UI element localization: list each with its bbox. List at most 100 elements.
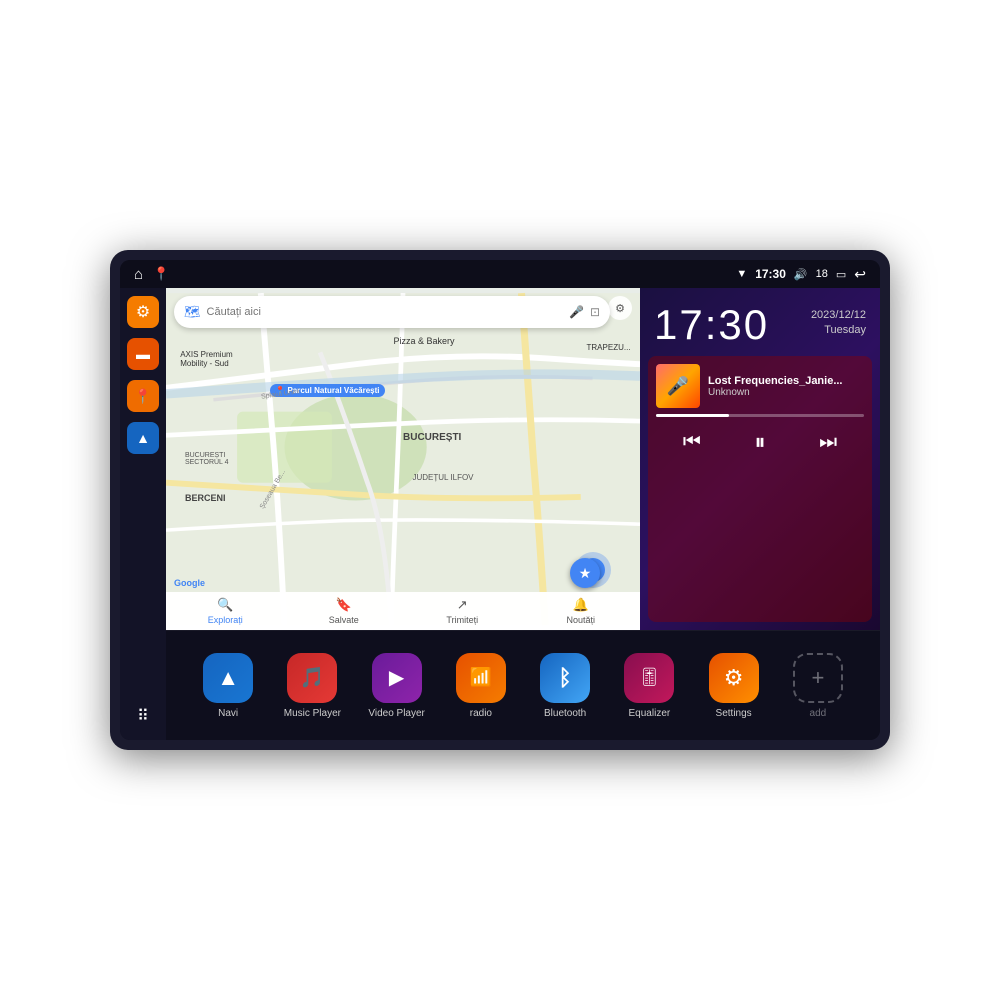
send-icon: ↗: [457, 597, 468, 613]
app-navi[interactable]: ▲ Navi: [197, 653, 259, 719]
clock-time: 17:30: [654, 304, 769, 346]
map-section: 🗺 🎤 ⊡ AXIS PremiumMobility - Sud Pizza &…: [166, 288, 640, 630]
app-video-player[interactable]: ▶ Video Player: [366, 653, 428, 719]
equalizer-label: Equalizer: [629, 708, 671, 719]
add-label: add: [810, 708, 827, 719]
map-container: 🗺 🎤 ⊡ AXIS PremiumMobility - Sud Pizza &…: [166, 288, 640, 630]
app-add[interactable]: + add: [787, 653, 849, 719]
next-button[interactable]: ⏭: [815, 427, 841, 458]
wifi-icon: ▼: [736, 268, 747, 280]
maps-icon[interactable]: 📍: [153, 266, 169, 282]
battery-icon: ▭: [836, 268, 846, 281]
status-bar: ⌂ 📍 ▼ 17:30 🔊 18 ▭ ↩: [120, 260, 880, 288]
pause-button[interactable]: ⏸: [750, 425, 769, 459]
video-player-label: Video Player: [368, 708, 425, 719]
bluetooth-icon: ᛒ: [540, 653, 590, 703]
place-pizza: Pizza & Bakery: [394, 336, 455, 346]
status-left: ⌂ 📍: [134, 266, 169, 283]
right-panel: 17:30 2023/12/12 Tuesday 🎤 Lost: [640, 288, 880, 630]
prev-button[interactable]: ⏮: [679, 427, 705, 458]
place-bucuresti: BUCUREȘTI: [403, 432, 461, 443]
map-nav-send[interactable]: ↗ Trimiteți: [403, 597, 522, 625]
settings-label: Settings: [716, 708, 752, 719]
status-right: ▼ 17:30 🔊 18 ▭ ↩: [736, 266, 866, 283]
home-icon[interactable]: ⌂: [134, 266, 143, 283]
place-axis: AXIS PremiumMobility - Sud: [180, 350, 232, 369]
music-text: Lost Frequencies_Janie... Unknown: [708, 375, 864, 398]
add-icon: +: [793, 653, 843, 703]
app-settings[interactable]: ⚙ Settings: [703, 653, 765, 719]
album-art: 🎤: [656, 364, 700, 408]
map-nav-saved[interactable]: 🔖 Salvate: [285, 597, 404, 625]
settings-icon: ⚙: [709, 653, 759, 703]
map-search-input[interactable]: [207, 306, 563, 318]
video-player-icon: ▶: [372, 653, 422, 703]
bluetooth-label: Bluetooth: [544, 708, 586, 719]
notifications-icon: 🔔: [573, 597, 589, 613]
volume-icon: 🔊: [794, 268, 808, 281]
sidebar: ⚙ ▬ 📍 ▲ ⠿: [120, 288, 166, 740]
equalizer-icon: 🎚: [624, 653, 674, 703]
sidebar-nav-btn[interactable]: ▲: [127, 422, 159, 454]
sidebar-settings-btn[interactable]: ⚙: [127, 296, 159, 328]
saved-label: Salvate: [329, 615, 359, 625]
app-equalizer[interactable]: 🎚 Equalizer: [618, 653, 680, 719]
radio-icon: 📶: [456, 653, 506, 703]
clock-section: 17:30 2023/12/12 Tuesday: [640, 288, 880, 356]
google-logo: Google: [174, 578, 205, 588]
music-progress-bar[interactable]: [656, 414, 864, 417]
map-nav-news[interactable]: 🔔 Noutăți: [522, 597, 641, 625]
battery-level: 18: [816, 268, 828, 280]
music-info-row: 🎤 Lost Frequencies_Janie... Unknown: [656, 364, 864, 408]
device: ⌂ 📍 ▼ 17:30 🔊 18 ▭ ↩ ⚙ ▬: [110, 250, 890, 750]
music-progress-fill: [656, 414, 729, 417]
sidebar-inbox-btn[interactable]: ▬: [127, 338, 159, 370]
explore-label: Explorați: [208, 615, 243, 625]
navigation-icon: ▲: [136, 430, 150, 446]
map-background: 🗺 🎤 ⊡ AXIS PremiumMobility - Sud Pizza &…: [166, 288, 640, 630]
app-bluetooth[interactable]: ᛒ Bluetooth: [534, 653, 596, 719]
send-label: Trimiteți: [446, 615, 478, 625]
sidebar-grid-btn[interactable]: ⠿: [127, 700, 159, 732]
map-search-bar[interactable]: 🗺 🎤 ⊡: [174, 296, 610, 328]
gear-icon: ⚙: [136, 302, 150, 322]
main-content: ⚙ ▬ 📍 ▲ ⠿: [120, 288, 880, 740]
layers-icon[interactable]: ⊡: [590, 305, 600, 319]
clock-date-line1: 2023/12/12: [811, 308, 866, 323]
music-section: 🎤 Lost Frequencies_Janie... Unknown: [648, 356, 872, 622]
navi-label: Navi: [218, 708, 238, 719]
map-bottom-nav: 🔍 Explorați 🔖 Salvate ↗ Trimiteți: [166, 592, 640, 630]
music-title: Lost Frequencies_Janie...: [708, 375, 864, 387]
back-icon[interactable]: ↩: [854, 266, 866, 283]
music-artist: Unknown: [708, 387, 864, 398]
navi-icon: ▲: [203, 653, 253, 703]
music-player-label: Music Player: [284, 708, 341, 719]
place-berceni: BERCENI: [185, 493, 226, 503]
screen: ⌂ 📍 ▼ 17:30 🔊 18 ▭ ↩ ⚙ ▬: [120, 260, 880, 740]
explore-icon: 🔍: [217, 597, 233, 613]
music-player-icon: 🎵: [287, 653, 337, 703]
app-radio[interactable]: 📶 radio: [450, 653, 512, 719]
place-sector4: BUCUREȘTISECTORUL 4: [185, 452, 229, 466]
map-nav-explore[interactable]: 🔍 Explorați: [166, 597, 285, 625]
navigate-button[interactable]: ★: [570, 558, 600, 588]
grid-icon: ⠿: [137, 706, 149, 726]
saved-icon: 🔖: [336, 597, 352, 613]
map-settings-icon[interactable]: ⚙: [608, 296, 632, 320]
status-time: 17:30: [755, 267, 786, 281]
news-label: Noutăți: [566, 615, 595, 625]
clock-date: 2023/12/12 Tuesday: [811, 308, 866, 339]
music-controls: ⏮ ⏸ ⏭: [656, 425, 864, 459]
google-maps-logo: 🗺: [184, 304, 201, 320]
clock-date-line2: Tuesday: [811, 323, 866, 338]
app-music-player[interactable]: 🎵 Music Player: [281, 653, 343, 719]
apps-row: ▲ Navi 🎵 Music Player ▶: [166, 630, 880, 740]
center-panel: 🗺 🎤 ⊡ AXIS PremiumMobility - Sud Pizza &…: [166, 288, 880, 740]
mic-icon[interactable]: 🎤: [569, 305, 584, 319]
inbox-icon: ▬: [136, 346, 150, 362]
sidebar-maps-btn[interactable]: 📍: [127, 380, 159, 412]
top-row: 🗺 🎤 ⊡ AXIS PremiumMobility - Sud Pizza &…: [166, 288, 880, 630]
place-trapez: TRAPEZU...: [587, 343, 631, 352]
radio-label: radio: [470, 708, 492, 719]
map-pin-icon: 📍: [134, 388, 151, 405]
